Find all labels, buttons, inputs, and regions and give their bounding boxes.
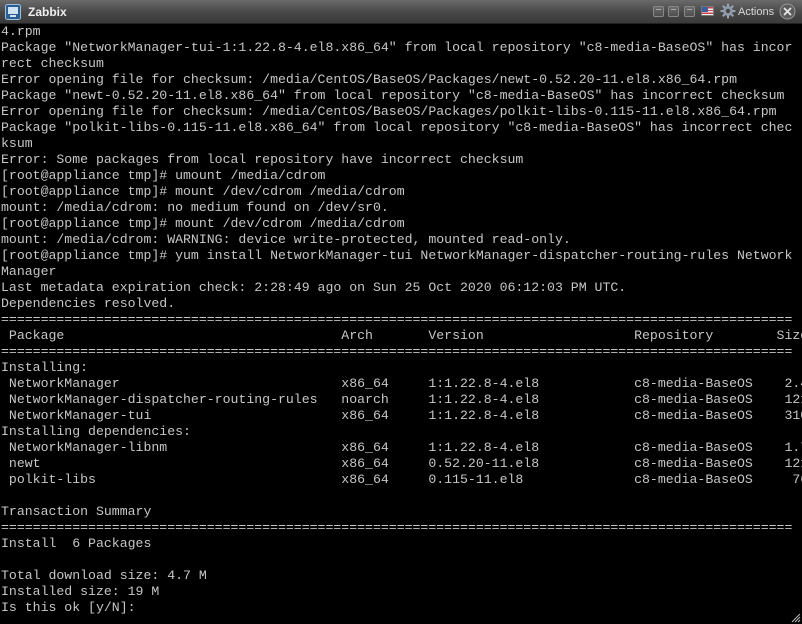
- terminal-line: Dependencies resolved.: [1, 296, 176, 311]
- terminal-line: Manager: [1, 264, 57, 279]
- keyboard-flag-icon[interactable]: [701, 6, 714, 16]
- close-icon[interactable]: [779, 3, 796, 20]
- terminal-line: Installing:: [1, 360, 89, 375]
- terminal-line: [root@appliance tmp]# mount /dev/cdrom /…: [1, 216, 405, 231]
- terminal-line: polkit-libs x86_64 0.115-11.el8 c8-media…: [1, 472, 802, 487]
- terminal-line: Is this ok [y/N]:: [1, 600, 136, 615]
- terminal-line: Install 6 Packages: [1, 536, 152, 551]
- terminal-line: mount: /media/cdrom: no medium found on …: [1, 200, 389, 215]
- maximize-icon[interactable]: [684, 6, 695, 17]
- terminal-line: mount: /media/cdrom: WARNING: device wri…: [1, 232, 571, 247]
- terminal-line: [root@appliance tmp]# umount /media/cdro…: [1, 168, 326, 183]
- terminal-line: newt x86_64 0.52.20-11.el8 c8-media-Base…: [1, 456, 802, 471]
- gear-icon[interactable]: [720, 3, 736, 19]
- terminal-line: NetworkManager-tui x86_64 1:1.22.8-4.el8…: [1, 408, 802, 423]
- terminal-line: Total download size: 4.7 M: [1, 568, 207, 583]
- restore-icon[interactable]: [668, 6, 679, 17]
- terminal-line: ksum: [1, 136, 33, 151]
- terminal-line: Package "newt-0.52.20-11.el8.x86_64" fro…: [1, 88, 785, 103]
- app-logo-icon: [5, 4, 21, 20]
- terminal-line: Error opening file for checksum: /media/…: [1, 72, 737, 87]
- terminal-line: Package Arch Version Repository Size: [1, 328, 802, 343]
- terminal-line: Package "NetworkManager-tui-1:1.22.8-4.e…: [1, 40, 793, 55]
- terminal-line: Installed size: 19 M: [1, 584, 160, 599]
- terminal-line: [root@appliance tmp]# yum install Networ…: [1, 248, 793, 263]
- terminal-output: 4.rpm Package "NetworkManager-tui-1:1.22.…: [0, 24, 802, 616]
- terminal-line: rect checksum: [1, 56, 104, 71]
- terminal-line: NetworkManager x86_64 1:1.22.8-4.el8 c8-…: [1, 376, 802, 391]
- terminal-line: Error: Some packages from local reposito…: [1, 152, 524, 167]
- terminal-line: Transaction Summary: [1, 504, 152, 519]
- resize-grip-icon[interactable]: [789, 611, 801, 623]
- terminal-line: [root@appliance tmp]# mount /dev/cdrom /…: [1, 184, 405, 199]
- terminal-line: Package "polkit-libs-0.115-11.el8.x86_64…: [1, 120, 793, 135]
- window-title: Zabbix: [28, 5, 67, 19]
- terminal-line: NetworkManager-dispatcher-routing-rules …: [1, 392, 802, 407]
- terminal-line: Installing dependencies:: [1, 424, 191, 439]
- window-titlebar[interactable]: Zabbix Actions: [0, 0, 802, 24]
- terminal-line: ========================================…: [1, 520, 793, 535]
- terminal-line: Last metadata expiration check: 2:28:49 …: [1, 280, 627, 295]
- terminal-line: NetworkManager-libnm x86_64 1:1.22.8-4.e…: [1, 440, 802, 455]
- minimize-icon[interactable]: [653, 6, 664, 17]
- terminal-line: 4.rpm: [1, 24, 41, 39]
- terminal-console[interactable]: 4.rpm Package "NetworkManager-tui-1:1.22.…: [0, 24, 802, 624]
- actions-menu[interactable]: Actions: [738, 4, 774, 20]
- terminal-line: Error opening file for checksum: /media/…: [1, 104, 777, 119]
- terminal-line: ========================================…: [1, 312, 793, 327]
- terminal-line: ========================================…: [1, 344, 793, 359]
